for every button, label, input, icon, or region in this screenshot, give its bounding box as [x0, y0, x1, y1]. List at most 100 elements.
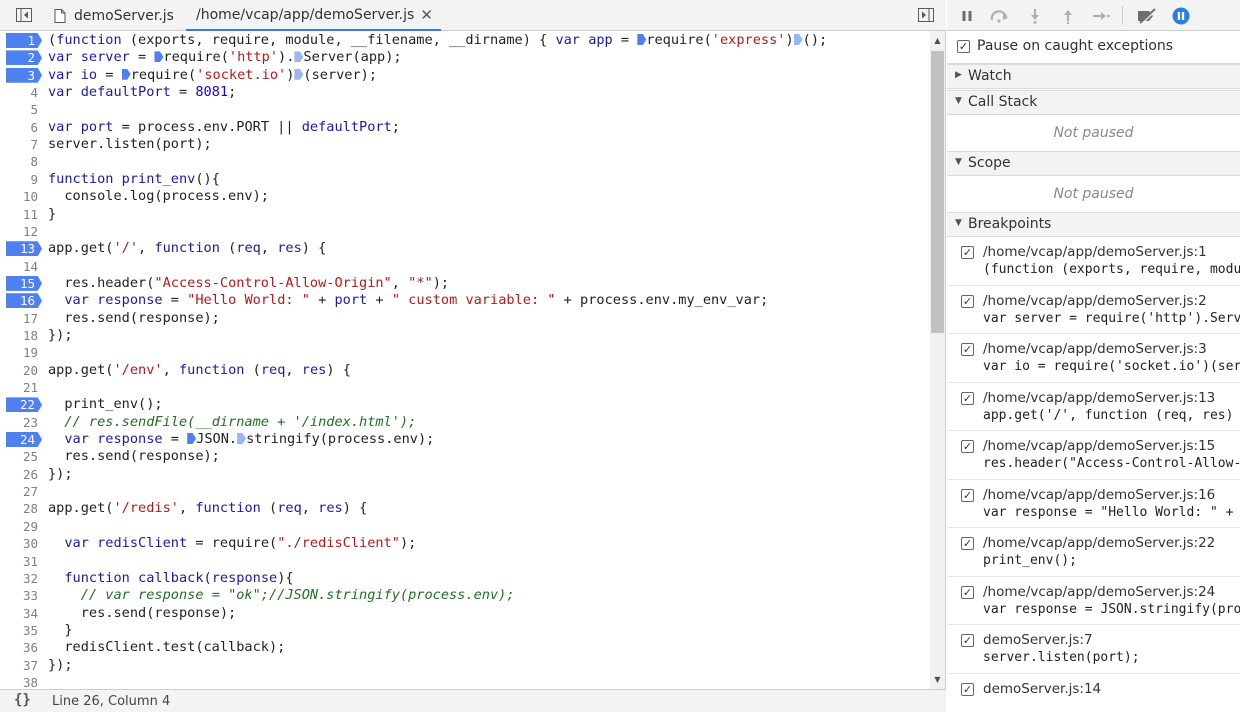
code-line[interactable]: 12	[0, 223, 930, 240]
code-line[interactable]: 26});	[0, 466, 930, 483]
breakpoint-location[interactable]: /home/vcap/app/demoServer.js:2	[983, 293, 1207, 309]
line-number[interactable]: 29	[6, 519, 42, 534]
code-line[interactable]: 5	[0, 101, 930, 118]
line-number[interactable]: 4	[6, 85, 42, 100]
code-line[interactable]: 8	[0, 153, 930, 170]
line-number[interactable]: 21	[6, 380, 42, 395]
code-line[interactable]: 34 res.send(response);	[0, 605, 930, 622]
code-line[interactable]: 13 app.get('/', function (req, res) {	[0, 240, 930, 257]
line-number[interactable]: 8	[6, 154, 42, 169]
breakpoint-location[interactable]: demoServer.js:7	[983, 632, 1093, 648]
code-line[interactable]: 32 function callback(response){	[0, 570, 930, 587]
code-line[interactable]: 9 function print_env(){	[0, 171, 930, 188]
breakpoint-location[interactable]: /home/vcap/app/demoServer.js:22	[983, 535, 1215, 551]
line-number[interactable]: 23	[6, 415, 42, 430]
code-line[interactable]: 18});	[0, 327, 930, 344]
line-number[interactable]: 37	[6, 658, 42, 673]
section-breakpoints[interactable]: ▼ Breakpoints	[947, 212, 1240, 237]
line-number[interactable]: 7	[6, 137, 42, 152]
breakpoint-item[interactable]: ✓ demoServer.js:14	[947, 674, 1240, 712]
line-number[interactable]: 14	[6, 259, 42, 274]
breakpoint-item[interactable]: ✓ /home/vcap/app/demoServer.js:24 var resp…	[947, 577, 1240, 625]
code-line[interactable]: 31	[0, 553, 930, 570]
line-number[interactable]: 18	[6, 328, 42, 343]
code-line[interactable]: 23 // res.sendFile(__dirname + '/index.h…	[0, 414, 930, 431]
line-number[interactable]: 33	[6, 588, 42, 603]
line-number[interactable]: 12	[6, 224, 42, 239]
code-line[interactable]: 3 var io = require('socket.io') (server);	[0, 67, 930, 84]
breakpoint-item[interactable]: ✓ /home/vcap/app/demoServer.js:13 app.get(…	[947, 383, 1240, 431]
code-line[interactable]: 30 var redisClient = require("./redisCli…	[0, 535, 930, 552]
line-number[interactable]: 36	[6, 640, 42, 655]
code-line[interactable]: 1 (function (exports, require, module, __…	[0, 32, 930, 49]
code-line[interactable]: 27	[0, 483, 930, 500]
section-watch[interactable]: ▶ Watch	[947, 64, 1240, 89]
breakpoint-line-number[interactable]: 1	[6, 33, 42, 48]
code-line[interactable]: 16 var response = "Hello World: " + port…	[0, 292, 930, 309]
line-number[interactable]: 34	[6, 606, 42, 621]
breakpoint-location[interactable]: /home/vcap/app/demoServer.js:16	[983, 487, 1215, 503]
line-number[interactable]: 32	[6, 571, 42, 586]
breakpoint-item[interactable]: ✓ demoServer.js:7 server.listen(port);	[947, 625, 1240, 674]
code-line[interactable]: 11}	[0, 206, 930, 223]
step-button[interactable]	[1091, 6, 1111, 26]
code-line[interactable]: 25 res.send(response);	[0, 448, 930, 465]
step-over-button[interactable]	[989, 6, 1009, 26]
line-number[interactable]: 27	[6, 484, 42, 499]
breakpoint-item[interactable]: ✓ /home/vcap/app/demoServer.js:1 (function…	[947, 237, 1240, 286]
breakpoint-line-number[interactable]: 22	[6, 397, 42, 413]
tab-demoserver[interactable]: demoServer.js	[46, 0, 182, 31]
line-number[interactable]: 9	[6, 172, 42, 187]
code-line[interactable]: 28 app.get('/redis', function (req, res) …	[0, 500, 930, 517]
editor-scrollbar[interactable]: ▲ ▼	[930, 31, 945, 689]
code-line[interactable]: 35 }	[0, 622, 930, 639]
toggle-debugger-button[interactable]	[916, 6, 936, 24]
code-line[interactable]: 19	[0, 344, 930, 361]
line-number[interactable]: 30	[6, 536, 42, 551]
code-line[interactable]: 21	[0, 379, 930, 396]
inline-breakpoint-marker-icon[interactable]	[237, 433, 247, 445]
code-line[interactable]: 29	[0, 518, 930, 535]
breakpoint-location[interactable]: /home/vcap/app/demoServer.js:1	[983, 244, 1207, 260]
breakpoint-location[interactable]: /home/vcap/app/demoServer.js:3	[983, 341, 1207, 357]
tab-home-vcap-demoserver[interactable]: /home/vcap/app/demoServer.js ✕	[186, 0, 441, 31]
line-number[interactable]: 28	[6, 501, 42, 516]
breakpoint-checkbox[interactable]: ✓	[961, 682, 974, 696]
line-number[interactable]: 20	[6, 363, 42, 378]
breakpoint-line-number[interactable]: 3	[6, 67, 42, 83]
code-line[interactable]: 24 var response = JSON. stringify(process…	[0, 431, 930, 448]
pause-caught-exceptions-checkbox[interactable]: ✓	[957, 40, 970, 53]
code-line[interactable]: 15 res.header("Access-Control-Allow-Orig…	[0, 275, 930, 292]
deactivate-breakpoints-button[interactable]	[1135, 6, 1159, 26]
inline-breakpoint-marker-icon[interactable]	[187, 433, 197, 445]
scroll-up-icon[interactable]: ▲	[930, 33, 945, 48]
breakpoint-item[interactable]: ✓ /home/vcap/app/demoServer.js:2 var serve…	[947, 286, 1240, 334]
line-number[interactable]: 5	[6, 102, 42, 117]
line-number[interactable]: 35	[6, 623, 42, 638]
line-number[interactable]: 10	[6, 189, 42, 204]
scroll-down-icon[interactable]: ▼	[930, 672, 945, 687]
line-number[interactable]: 19	[6, 345, 42, 360]
breakpoint-checkbox[interactable]: ✓	[961, 585, 974, 599]
inline-breakpoint-marker-icon[interactable]	[154, 51, 164, 63]
inline-breakpoint-marker-icon[interactable]	[294, 68, 304, 80]
step-into-button[interactable]	[1025, 6, 1045, 26]
inline-breakpoint-marker-icon[interactable]	[637, 34, 647, 45]
breakpoint-checkbox[interactable]: ✓	[961, 294, 974, 308]
inline-breakpoint-marker-icon[interactable]	[294, 51, 304, 63]
breakpoint-line-number[interactable]: 15	[6, 275, 42, 291]
pause-resume-button[interactable]	[957, 6, 977, 26]
breakpoint-line-number[interactable]: 16	[6, 293, 42, 309]
breakpoint-location[interactable]: demoServer.js:14	[983, 681, 1101, 697]
breakpoint-item[interactable]: ✓ /home/vcap/app/demoServer.js:22 print_en…	[947, 528, 1240, 577]
section-call-stack[interactable]: ▼ Call Stack	[947, 90, 1240, 115]
breakpoint-checkbox[interactable]: ✓	[961, 537, 974, 550]
breakpoint-location[interactable]: /home/vcap/app/demoServer.js:13	[983, 390, 1215, 406]
breakpoint-line-number[interactable]: 24	[6, 432, 42, 448]
code-line[interactable]: 10 console.log(process.env);	[0, 188, 930, 205]
breakpoint-item[interactable]: ✓ /home/vcap/app/demoServer.js:3 var io = …	[947, 334, 1240, 383]
line-number[interactable]: 11	[6, 207, 42, 222]
breakpoint-item[interactable]: ✓ /home/vcap/app/demoServer.js:15 res.head…	[947, 431, 1240, 480]
code-line[interactable]: 6 var port = process.env.PORT || defaultP…	[0, 119, 930, 136]
breakpoint-checkbox[interactable]: ✓	[961, 634, 974, 647]
